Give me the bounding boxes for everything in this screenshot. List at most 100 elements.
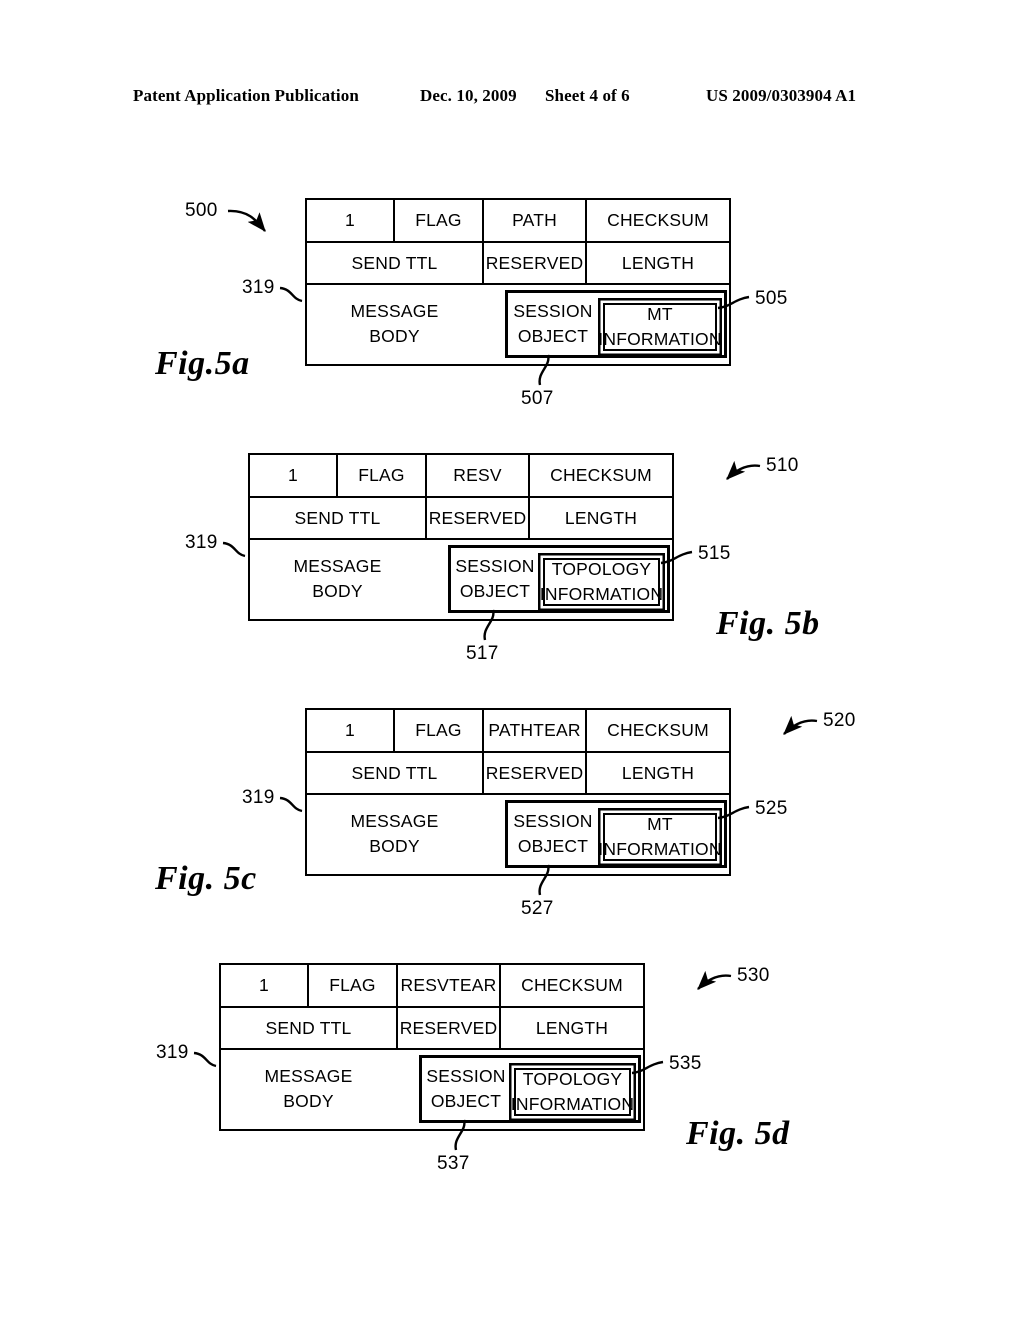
- packet-diagram-5b: 1 FLAG RESV CHECKSUM SEND TTL RESERVED L…: [248, 453, 674, 621]
- packet-row-header-5a: 1 FLAG PATH CHECKSUM: [307, 200, 729, 243]
- header-sheet: Sheet 4 of 6: [545, 86, 630, 105]
- message-body-line2: BODY: [369, 836, 420, 856]
- callout-510: 510: [766, 455, 799, 476]
- message-body-line2: BODY: [283, 1091, 334, 1111]
- header-date: Dec. 10, 2009: [420, 86, 517, 105]
- packet-cell-checksum: CHECKSUM: [585, 200, 729, 241]
- callout-527: 527: [521, 898, 554, 919]
- message-body-label-5d: MESSAGE BODY: [221, 1050, 396, 1128]
- callout-520: 520: [823, 710, 856, 731]
- figure-caption-5d: Fig. 5d: [686, 1115, 790, 1152]
- packet-cell-send-ttl: SEND TTL: [265, 1017, 352, 1038]
- packet-cell-reserved: RESERVED: [482, 753, 585, 793]
- leader-319-5b: [222, 541, 246, 558]
- mt-information-box-5a: MT INFORMATION: [598, 303, 722, 351]
- session-object-line1: SESSION: [455, 556, 535, 577]
- packet-cell-flag: FLAG: [307, 965, 396, 1006]
- mt-information-line1: MT: [647, 304, 673, 325]
- packet-row-body-5c: MESSAGE BODY SESSION OBJECT MT INFORMATI…: [307, 795, 729, 873]
- packet-cell-version: 1: [345, 720, 355, 740]
- packet-cell-flag: FLAG: [393, 200, 482, 241]
- packet-row-ttl-5c: SEND TTL RESERVED LENGTH: [307, 753, 729, 795]
- packet-cell-version: 1: [259, 975, 269, 995]
- session-object-line2: OBJECT: [517, 326, 589, 346]
- topology-information-line2: INFORMATION: [510, 1094, 635, 1114]
- packet-cell-send-ttl: SEND TTL: [351, 252, 438, 273]
- mt-information-line2: INFORMATION: [598, 839, 722, 859]
- message-body-line1: MESSAGE: [350, 811, 439, 832]
- message-body-label-5a: MESSAGE BODY: [307, 285, 482, 363]
- callout-515: 515: [698, 543, 731, 564]
- callout-319-5b: 319: [185, 532, 218, 553]
- packet-cell-length: LENGTH: [585, 243, 729, 283]
- callout-505: 505: [755, 288, 788, 309]
- session-object-label-5d: SESSION OBJECT: [422, 1058, 510, 1120]
- callout-500: 500: [185, 200, 218, 221]
- message-body-line1: MESSAGE: [264, 1066, 353, 1087]
- message-body-label-5b: MESSAGE BODY: [250, 540, 425, 618]
- packet-cell-reserved: RESERVED: [482, 243, 585, 283]
- leader-530-arrow: [697, 970, 732, 990]
- packet-cell-flag: FLAG: [336, 455, 425, 496]
- mt-information-line2: INFORMATION: [598, 329, 722, 349]
- packet-diagram-5a: 1 FLAG PATH CHECKSUM SEND TTL RESERVED L…: [305, 198, 731, 366]
- packet-row-header-5d: 1 FLAG RESVTEAR CHECKSUM: [221, 965, 643, 1008]
- packet-row-body-5a: MESSAGE BODY SESSION OBJECT MT INFORMATI…: [307, 285, 729, 363]
- packet-cell-reserved: RESERVED: [396, 1008, 499, 1048]
- leader-520-arrow: [783, 715, 818, 735]
- packet-cell-checksum: CHECKSUM: [499, 965, 643, 1006]
- callout-319-5d: 319: [156, 1042, 189, 1063]
- topology-information-line1: TOPOLOGY: [522, 1069, 623, 1090]
- packet-row-body-5d: MESSAGE BODY SESSION OBJECT TOPOLOGY INF…: [221, 1050, 643, 1128]
- session-object-label-5a: SESSION OBJECT: [508, 293, 598, 355]
- packet-row-header-5b: 1 FLAG RESV CHECKSUM: [250, 455, 672, 498]
- leader-500-arrow: [227, 209, 266, 232]
- packet-cell-checksum: CHECKSUM: [585, 710, 729, 751]
- message-body-line1: MESSAGE: [293, 556, 382, 577]
- packet-row-ttl-5a: SEND TTL RESERVED LENGTH: [307, 243, 729, 285]
- session-object-line2: OBJECT: [517, 836, 589, 856]
- packet-diagram-5c: 1 FLAG PATHTEAR CHECKSUM SEND TTL RESERV…: [305, 708, 731, 876]
- packet-cell-send-ttl: SEND TTL: [351, 762, 438, 783]
- packet-cell-reserved: RESERVED: [425, 498, 528, 538]
- packet-cell-msgtype: RESVTEAR: [396, 965, 499, 1006]
- message-body-label-5c: MESSAGE BODY: [307, 795, 482, 873]
- session-object-line2: OBJECT: [459, 581, 531, 601]
- packet-cell-length: LENGTH: [585, 753, 729, 793]
- leader-510-arrow: [726, 460, 761, 480]
- packet-row-body-5b: MESSAGE BODY SESSION OBJECT TOPOLOGY INF…: [250, 540, 672, 618]
- packet-cell-flag: FLAG: [393, 710, 482, 751]
- packet-row-ttl-5b: SEND TTL RESERVED LENGTH: [250, 498, 672, 540]
- packet-cell-send-ttl: SEND TTL: [294, 507, 381, 528]
- topology-information-box-5d: TOPOLOGY INFORMATION: [510, 1068, 635, 1116]
- packet-cell-checksum: CHECKSUM: [528, 455, 672, 496]
- message-body-line2: BODY: [369, 326, 420, 346]
- packet-cell-length: LENGTH: [528, 498, 672, 538]
- topology-information-line2: INFORMATION: [539, 584, 664, 604]
- packet-cell-msgtype: RESV: [425, 455, 528, 496]
- packet-cell-msgtype: PATH: [482, 200, 585, 241]
- figure-caption-5b: Fig. 5b: [716, 605, 820, 642]
- callout-319-5a: 319: [242, 277, 275, 298]
- session-object-line2: OBJECT: [430, 1091, 502, 1111]
- callout-530: 530: [737, 965, 770, 986]
- topology-information-line1: TOPOLOGY: [551, 559, 652, 580]
- packet-cell-msgtype: PATHTEAR: [482, 710, 585, 751]
- session-object-line1: SESSION: [513, 301, 593, 322]
- session-object-line1: SESSION: [513, 811, 593, 832]
- callout-319-5c: 319: [242, 787, 275, 808]
- leader-319-5d: [193, 1051, 217, 1068]
- packet-cell-length: LENGTH: [499, 1008, 643, 1048]
- callout-517: 517: [466, 643, 499, 664]
- header-patent-number: US 2009/0303904 A1: [706, 86, 857, 105]
- leader-319-5c: [279, 796, 303, 813]
- session-object-label-5b: SESSION OBJECT: [451, 548, 539, 610]
- packet-row-header-5c: 1 FLAG PATHTEAR CHECKSUM: [307, 710, 729, 753]
- leader-319-5a: [279, 286, 303, 303]
- header-publication: Patent Application Publication: [133, 86, 359, 105]
- topology-information-box-5b: TOPOLOGY INFORMATION: [539, 558, 664, 606]
- callout-537: 537: [437, 1153, 470, 1174]
- callout-525: 525: [755, 798, 788, 819]
- figure-caption-5c: Fig. 5c: [155, 860, 257, 897]
- callout-507: 507: [521, 388, 554, 409]
